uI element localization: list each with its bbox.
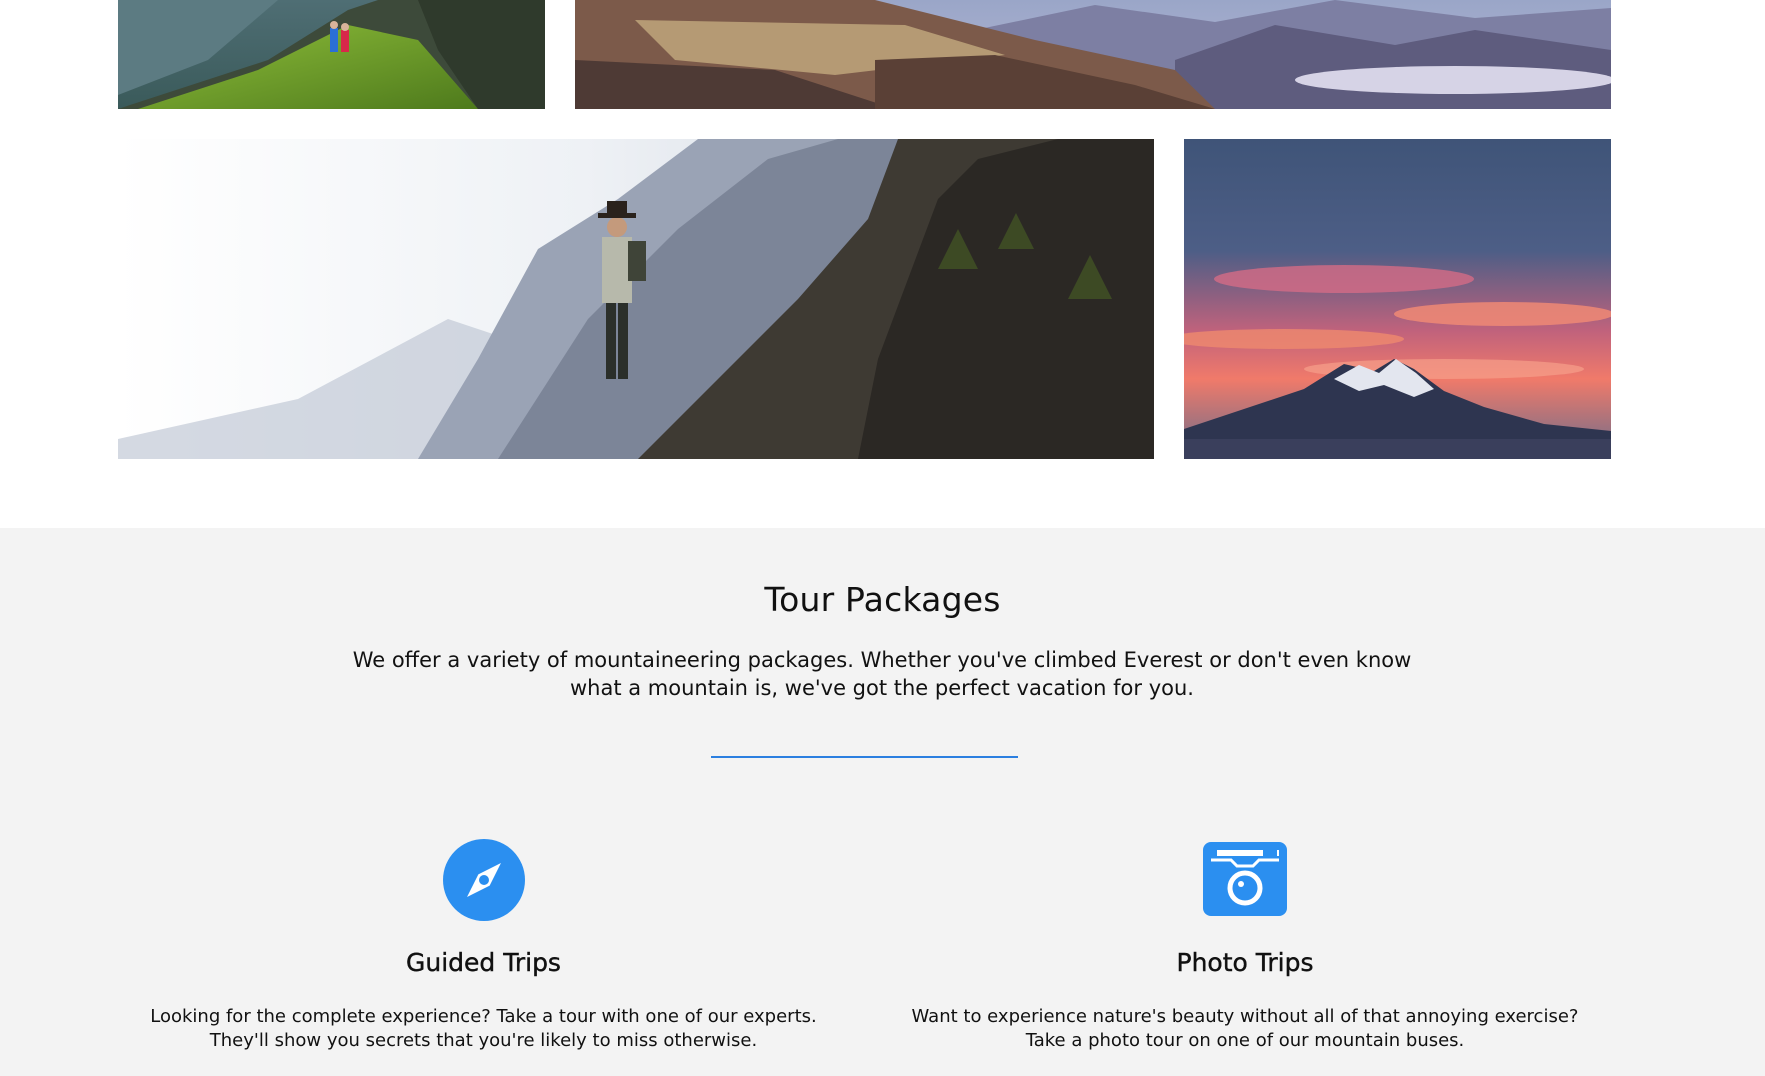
package-photo-trips: Photo Trips Want to experience nature's … [900,838,1590,1051]
tour-packages-section: Tour Packages We offer a variety of moun… [0,528,1765,1076]
package-description: Looking for the complete experience? Tak… [150,1006,817,1051]
package-title: Guided Trips [406,948,561,977]
section-description: We offer a variety of mountaineering pac… [352,648,1412,700]
package-guided-trips: Guided Trips Looking for the complete ex… [140,838,827,1051]
compass-icon [442,839,525,921]
package-description: Want to experience nature's beauty witho… [911,1006,1579,1051]
package-title: Photo Trips [1176,948,1314,977]
gallery-photo-misty-valley [575,0,1611,109]
section-title: Tour Packages [764,580,1001,619]
gallery-photo-hiker-cliff [118,139,1154,459]
section-divider [711,756,1018,758]
gallery-photo-sunset-peak [1184,139,1611,459]
gallery-photo-hikers-ridge [118,0,545,109]
photo-gallery [0,0,1765,528]
camera-icon [1203,842,1287,916]
